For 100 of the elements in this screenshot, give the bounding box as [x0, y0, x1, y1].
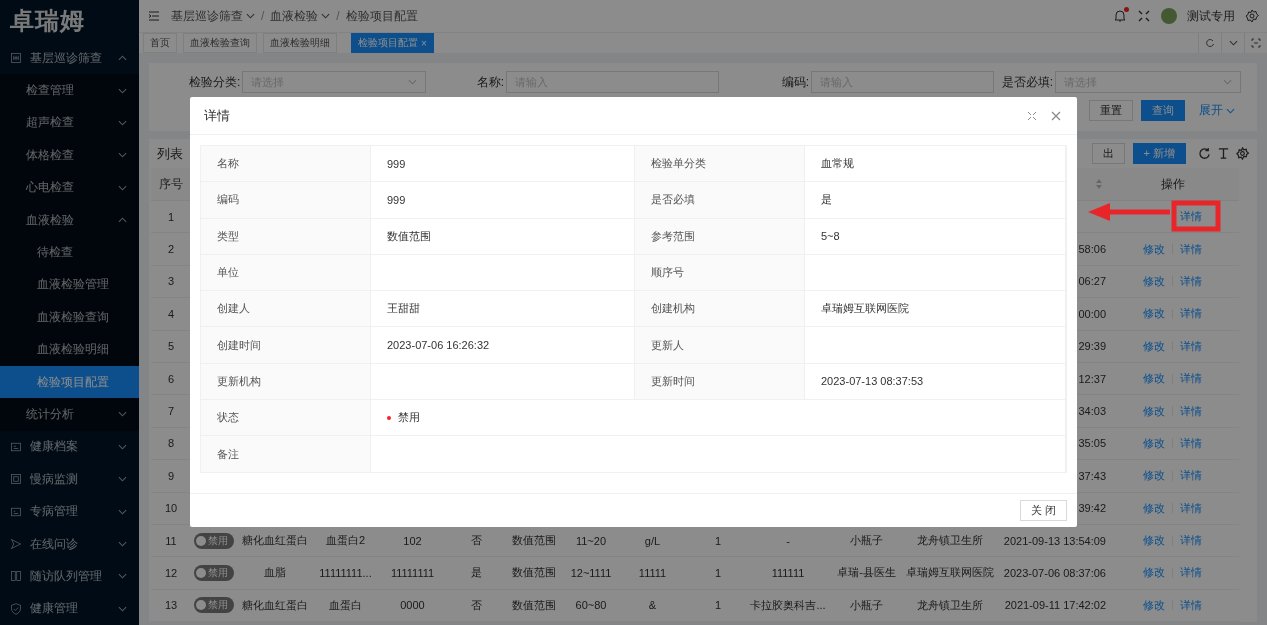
field-label: 备注 [217, 446, 239, 462]
field-value: 数值范围 [387, 228, 431, 244]
user-name[interactable]: 测试专用 [1187, 7, 1235, 25]
edit-link[interactable]: 修改 [1142, 371, 1166, 387]
field-label: 更新时间 [651, 373, 695, 389]
detail-link[interactable]: 详情 [1179, 500, 1203, 516]
detail-link[interactable]: 详情 [1179, 435, 1203, 451]
table-cell: 数值范围 [512, 533, 556, 549]
field-value: 999 [387, 193, 406, 206]
table-cell: 数值范围 [512, 597, 556, 613]
table-cell: 12~1111 [570, 567, 612, 579]
table-cell: 是 [470, 565, 482, 581]
detail-link[interactable]: 详情 [1179, 273, 1203, 289]
column-header: 操作 [1160, 175, 1185, 193]
table-cell: 否 [470, 533, 482, 549]
table-cell: 11~20 [575, 534, 607, 547]
filter-label: 是否必填: [1001, 73, 1053, 91]
menu-item[interactable]: 统计分析 [0, 398, 139, 431]
edit-link[interactable]: 修改 [1142, 241, 1166, 257]
breadcrumb-item[interactable]: 血液检验 [270, 7, 331, 25]
edit-link[interactable]: 修改 [1142, 565, 1166, 581]
table-cell: 血蛋白 [329, 597, 362, 613]
edit-link[interactable]: 修改 [1142, 435, 1166, 451]
field-label: 参考范围 [651, 228, 695, 244]
table-cell: 39:42 [1078, 502, 1106, 515]
table-cell: 6 [167, 372, 175, 385]
edit-link[interactable]: 修改 [1142, 273, 1166, 289]
detail-link[interactable]: 详情 [1179, 597, 1203, 613]
table-cell: 4 [167, 307, 175, 320]
menu-item[interactable]: 超声检查 [0, 106, 139, 140]
table-cell: 11111111 [390, 567, 435, 579]
export-button[interactable]: 出 [1091, 143, 1125, 164]
detail-link[interactable]: 详情 [1179, 371, 1203, 387]
detail-link[interactable]: 详情 [1179, 565, 1203, 581]
table-cell: 2 [167, 243, 175, 256]
table-cell: 37:43 [1078, 469, 1106, 482]
detail-link[interactable]: 详情 [1179, 338, 1203, 354]
menu-item[interactable]: 血液检验管理 [0, 268, 139, 302]
field-value: 999 [387, 157, 406, 170]
menu-item[interactable]: 健康管理 [0, 592, 139, 625]
menu-item[interactable]: 血液检验查询 [0, 301, 139, 334]
table-cell: 11111111... [319, 567, 372, 579]
table-cell: g/L [644, 534, 661, 547]
field-label: 单位 [217, 265, 239, 281]
menu-item[interactable]: 专病管理 [0, 495, 139, 528]
table-cell: 卓瑞-县医生 [837, 565, 896, 581]
table-cell: 2021-09-11 17:42:02 [1004, 599, 1106, 612]
tab[interactable]: 首页 [143, 33, 177, 53]
menu-item[interactable]: 血液检验 [0, 203, 139, 237]
table-cell: 2023-07-06 08:37:06 [1003, 567, 1106, 579]
table-cell: - [786, 534, 790, 547]
edit-link[interactable]: 修改 [1142, 533, 1166, 549]
tab[interactable]: 血液检验查询 [183, 33, 257, 53]
menu-item[interactable]: 检查管理 [0, 74, 139, 107]
detail-link[interactable]: 详情 [1179, 468, 1203, 484]
field-label: 更新人 [651, 337, 684, 353]
menu-item[interactable]: 慢病监测 [0, 463, 139, 496]
detail-link[interactable]: 详情 [1179, 241, 1203, 257]
edit-link[interactable]: 修改 [1142, 306, 1166, 322]
table-cell: 111111 [771, 567, 805, 579]
tab[interactable]: 血液检验明细 [263, 33, 337, 53]
table-cell: 58:06 [1078, 243, 1106, 256]
edit-link[interactable]: 修改 [1142, 338, 1166, 354]
menu-item[interactable]: 心电检查 [0, 171, 139, 204]
table-cell: 35:05 [1078, 437, 1106, 450]
table-cell: 糖化血红蛋白 [241, 533, 308, 549]
edit-link[interactable]: 修改 [1142, 403, 1166, 419]
menu-item[interactable]: 检验项目配置 [0, 365, 139, 399]
table-cell: 血脂 [263, 565, 286, 581]
dialog-title: 详情 [204, 106, 231, 125]
add-button[interactable]: + 新增 [1132, 143, 1186, 164]
menu-item[interactable]: 待检查 [0, 236, 139, 269]
search-button[interactable]: 查询 [1141, 100, 1185, 121]
table-cell: 1 [714, 534, 722, 547]
table-cell: 2021-09-13 13:54:09 [1003, 534, 1106, 547]
close-icon[interactable]: × [421, 37, 427, 49]
field-label: 是否必填 [651, 192, 695, 208]
expand-link[interactable]: 展开 [1193, 101, 1241, 120]
menu-item[interactable]: 健康档案 [0, 430, 139, 464]
field-label: 类型 [217, 228, 239, 244]
menu-item[interactable]: 基层巡诊筛查 [0, 42, 139, 75]
detail-link[interactable]: 详情 [1179, 306, 1203, 322]
menu-item[interactable]: 随访队列管理 [0, 560, 139, 593]
menu-item[interactable]: 在线问诊 [0, 527, 139, 561]
table-cell: 龙舟镇卫生所 [917, 597, 983, 613]
menu-item[interactable]: 血液检验明细 [0, 333, 139, 366]
edit-link[interactable]: 修改 [1142, 500, 1166, 516]
breadcrumb-item[interactable]: 检验项目配置 [345, 7, 418, 25]
reset-button[interactable]: 重置 [1089, 100, 1133, 121]
breadcrumb-item[interactable]: 基层巡诊筛查 [171, 7, 255, 25]
tab[interactable]: 检验项目配置 × [351, 33, 434, 53]
menu-item[interactable]: 体格检查 [0, 139, 139, 172]
table-cell: 1 [167, 210, 175, 223]
table-cell: 5 [167, 340, 175, 353]
close-button[interactable]: 关 闭 [1019, 500, 1067, 521]
edit-link[interactable]: 修改 [1142, 468, 1166, 484]
edit-link[interactable]: 修改 [1142, 597, 1166, 613]
detail-link[interactable]: 详情 [1179, 403, 1203, 419]
detail-link[interactable]: 详情 [1179, 533, 1203, 549]
filter-label: 检验分类: [189, 73, 241, 91]
